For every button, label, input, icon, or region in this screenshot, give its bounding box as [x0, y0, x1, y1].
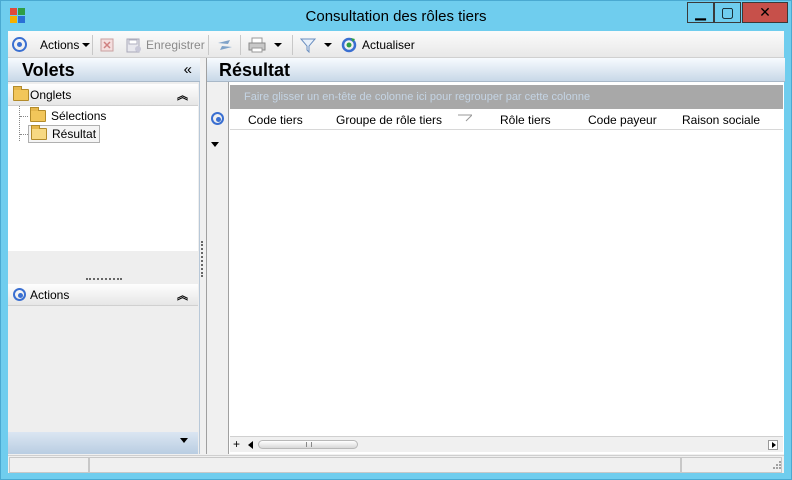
toolbar-separator	[208, 35, 209, 55]
collapse-section-icon[interactable]: ︽	[177, 287, 188, 303]
toolbar: Actions Enregistrer Actualiser	[8, 31, 784, 58]
actions-section-header[interactable]: Actions ︽	[8, 284, 198, 306]
grid-options-icon[interactable]	[211, 112, 224, 125]
toolbar-separator	[240, 35, 241, 55]
panel-footer[interactable]	[8, 432, 198, 454]
save-label: Enregistrer	[146, 37, 205, 52]
scroll-right-icon[interactable]	[768, 440, 778, 450]
horizontal-scrollbar[interactable]	[248, 439, 778, 451]
maximize-icon: ▢	[720, 4, 735, 20]
tabs-section-header[interactable]: Onglets ︽	[8, 84, 198, 106]
column-header-raison-sociale[interactable]: Raison sociale	[682, 113, 760, 127]
scroll-grip-icon	[306, 442, 312, 447]
group-by-area[interactable]: Faire glisser un en-tête de colonne ici …	[230, 85, 783, 109]
row-selector-icon[interactable]	[211, 142, 219, 147]
close-icon: ✕	[759, 4, 771, 20]
filter-button[interactable]	[300, 36, 332, 53]
client-area: Actions Enregistrer Actualiser Volets « …	[8, 31, 785, 473]
tree-item-resultat[interactable]: Résultat	[28, 125, 101, 143]
add-row-icon[interactable]: +	[233, 437, 240, 451]
row-gutter	[207, 82, 229, 454]
toolbar-separator	[292, 35, 293, 55]
splitter-grip[interactable]	[86, 278, 122, 280]
column-filter-icon[interactable]	[458, 114, 472, 122]
group-by-hint: Faire glisser un en-tête de colonne ici …	[244, 91, 591, 103]
status-segment	[89, 457, 681, 473]
minimize-button[interactable]: ▁	[687, 2, 714, 23]
sync-button[interactable]	[216, 36, 234, 53]
result-panel-header: Résultat	[207, 58, 785, 82]
status-segment	[9, 457, 89, 473]
minimize-icon: ▁	[695, 4, 706, 20]
toolbar-separator	[92, 35, 93, 55]
chevron-down-icon	[274, 42, 282, 47]
sync-icon	[218, 39, 232, 50]
print-icon	[248, 37, 266, 52]
chevron-down-icon	[180, 438, 188, 443]
grid-header: Code tiers Groupe de rôle tiers Rôle tie…	[230, 110, 783, 130]
actions-menu-label: Actions	[40, 37, 80, 52]
save-icon	[126, 38, 141, 52]
tabs-tree: Sélections Résultat	[8, 106, 198, 251]
tree-item-label: Sélections	[51, 109, 107, 123]
actions-ring-icon	[13, 288, 26, 301]
refresh-icon	[341, 37, 357, 52]
refresh-label: Actualiser	[362, 37, 415, 52]
actions-section-label: Actions	[30, 288, 70, 302]
collapse-panel-icon[interactable]: «	[184, 61, 192, 78]
tabs-section-label: Onglets	[30, 88, 72, 102]
vertical-splitter[interactable]	[201, 241, 203, 277]
tree-item-selections[interactable]: Sélections	[28, 107, 109, 125]
application-window: Consultation des rôles tiers ▁ ▢ ✕ Actio…	[0, 0, 792, 480]
window-title: Consultation des rôles tiers	[305, 8, 487, 25]
column-header-role-tiers[interactable]: Rôle tiers	[500, 113, 551, 127]
tree-connector	[20, 116, 28, 117]
print-button[interactable]	[248, 36, 282, 53]
collapse-section-icon[interactable]: ︽	[177, 87, 188, 103]
result-panel-title: Résultat	[219, 60, 291, 80]
tree-connector	[20, 134, 28, 135]
nav-button[interactable]	[12, 36, 27, 53]
status-segment	[681, 457, 782, 473]
delete-button[interactable]	[100, 36, 114, 53]
column-header-code-tiers[interactable]: Code tiers	[248, 113, 303, 127]
side-panel-header: Volets «	[8, 58, 200, 82]
refresh-button[interactable]: Actualiser	[341, 36, 415, 53]
maximize-button[interactable]: ▢	[714, 2, 741, 23]
status-bar	[8, 455, 784, 473]
filter-icon	[300, 38, 316, 53]
open-folder-icon	[31, 125, 47, 140]
chevron-down-icon	[82, 42, 91, 47]
save-button[interactable]: Enregistrer	[126, 36, 205, 53]
tree-connector	[19, 106, 20, 141]
close-button[interactable]: ✕	[742, 2, 788, 23]
scroll-thumb[interactable]	[258, 440, 358, 449]
title-bar[interactable]: Consultation des rôles tiers ▁ ▢ ✕	[1, 1, 791, 31]
grid-footer: +	[230, 436, 783, 452]
result-panel: Résultat Faire glisser un en-tête de col…	[206, 58, 785, 454]
folder-icon	[30, 107, 46, 122]
side-panel: Volets « Onglets ︽ Sélections Résultat A…	[8, 58, 200, 454]
chevron-down-icon	[324, 42, 332, 47]
resize-grip-icon[interactable]	[772, 460, 782, 470]
side-panel-title: Volets	[22, 60, 75, 80]
scroll-left-icon[interactable]	[248, 441, 253, 449]
actions-menu-button[interactable]: Actions	[40, 36, 91, 53]
column-header-code-payeur[interactable]: Code payeur	[588, 113, 657, 127]
folder-icon	[13, 86, 29, 101]
nav-ring-icon	[12, 37, 27, 52]
tree-item-label: Résultat	[52, 127, 97, 141]
delete-icon	[100, 38, 114, 51]
column-header-groupe-role-tiers[interactable]: Groupe de rôle tiers	[336, 113, 442, 127]
